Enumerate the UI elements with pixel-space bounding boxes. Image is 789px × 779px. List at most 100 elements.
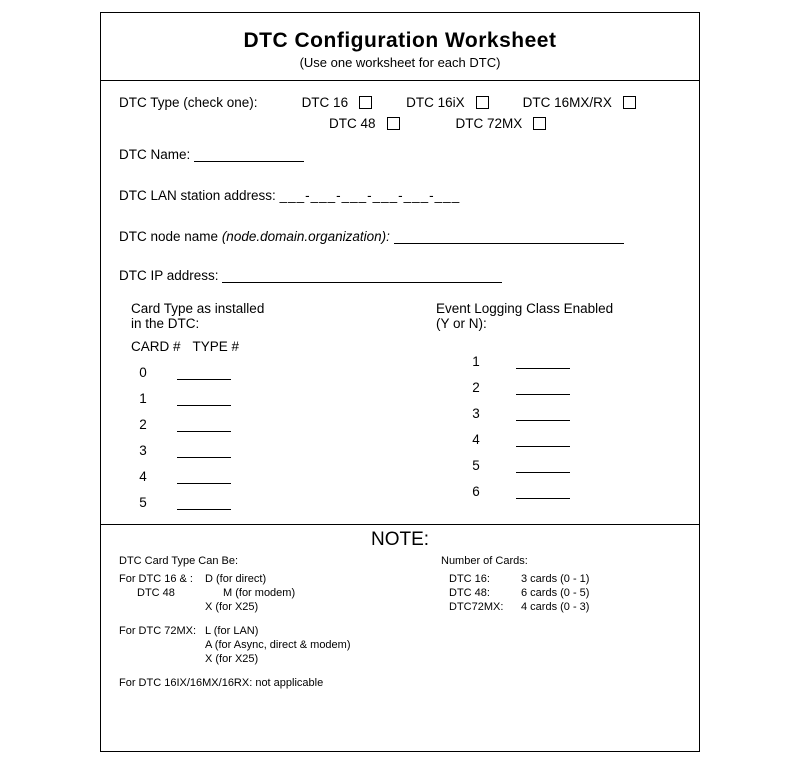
- card-type-input-0[interactable]: [177, 365, 231, 380]
- note-g3-label: For DTC 72MX:: [119, 625, 205, 637]
- dtc-lan-row: DTC LAN station address: ___-___-___-___…: [119, 188, 681, 203]
- dtc-type-opt-72mx: DTC 72MX: [456, 116, 523, 131]
- dtc-type-opt-48: DTC 48: [329, 116, 376, 131]
- card-row: 1: [131, 386, 376, 406]
- event-row: 6: [436, 479, 681, 499]
- dtc-lan-label: DTC LAN station address:: [119, 188, 276, 203]
- dtc-type-label: DTC Type (check one):: [119, 95, 258, 110]
- checkbox-dtc16[interactable]: [359, 96, 372, 109]
- dtc-node-input[interactable]: [394, 229, 624, 244]
- note-g3-c: X (for X25): [205, 653, 258, 665]
- dtc-type-opt-16ix: DTC 16iX: [406, 95, 465, 110]
- card-type-col: Card Type as installed in the DTC: CARD …: [131, 301, 376, 510]
- note-g2-label: DTC 48: [119, 587, 223, 599]
- dtc-node-row: DTC node name (node.domain.organization)…: [119, 229, 681, 244]
- card-num: 1: [131, 391, 155, 406]
- event-input-1[interactable]: [516, 354, 570, 369]
- dtc-node-label: DTC node name: [119, 229, 222, 244]
- event-row: 5: [436, 453, 681, 473]
- event-input-2[interactable]: [516, 380, 570, 395]
- card-type-input-4[interactable]: [177, 469, 231, 484]
- note-g3-b: A (for Async, direct & modem): [205, 639, 351, 651]
- checkbox-dtc72mx[interactable]: [533, 117, 546, 130]
- dtc-ip-row: DTC IP address:: [119, 268, 681, 283]
- section-main: DTC Type (check one): DTC 16 DTC 16iX DT…: [101, 81, 699, 518]
- event-num: 2: [464, 380, 488, 395]
- dtc-name-input[interactable]: [194, 147, 304, 162]
- event-num: 3: [464, 406, 488, 421]
- card-col-card: CARD #: [131, 339, 189, 354]
- card-type-input-5[interactable]: [177, 495, 231, 510]
- card-heading2: in the DTC:: [131, 316, 376, 331]
- note-right: Number of Cards: DTC 16:3 cards (0 - 1) …: [431, 555, 681, 689]
- card-type-input-3[interactable]: [177, 443, 231, 458]
- numcards-k3: DTC72MX:: [449, 601, 521, 613]
- event-row: 1: [436, 349, 681, 369]
- event-row: 2: [436, 375, 681, 395]
- note-section: NOTE: DTC Card Type Can Be: For DTC 16 &…: [101, 525, 699, 697]
- note-g1-label: For DTC 16 & :: [119, 573, 205, 585]
- event-table: 1 2 3 4 5 6: [436, 349, 681, 499]
- numcards-v3: 4 cards (0 - 3): [521, 601, 589, 613]
- card-num: 0: [131, 365, 155, 380]
- dtc-name-label: DTC Name:: [119, 147, 190, 162]
- event-row: 4: [436, 427, 681, 447]
- card-heading1: Card Type as installed: [131, 301, 376, 316]
- dtc-node-hint: (node.domain.organization):: [222, 229, 390, 244]
- dtc-ip-label: DTC IP address:: [119, 268, 219, 283]
- card-type-input-1[interactable]: [177, 391, 231, 406]
- checkbox-dtc16ix[interactable]: [476, 96, 489, 109]
- event-input-3[interactable]: [516, 406, 570, 421]
- card-col-type: TYPE #: [193, 339, 240, 354]
- checkbox-dtc16mxrx[interactable]: [623, 96, 636, 109]
- card-row: 0: [131, 360, 376, 380]
- note-g4: For DTC 16IX/16MX/16RX: not applicable: [119, 677, 431, 689]
- note-cardtype-head: DTC Card Type Can Be:: [119, 555, 431, 567]
- tables-row: Card Type as installed in the DTC: CARD …: [119, 283, 681, 510]
- dtc-name-row: DTC Name:: [119, 147, 681, 162]
- worksheet-frame: DTC Configuration Worksheet (Use one wor…: [100, 12, 700, 752]
- event-input-6[interactable]: [516, 484, 570, 499]
- numcards-v1: 3 cards (0 - 1): [521, 573, 589, 585]
- header: DTC Configuration Worksheet (Use one wor…: [101, 13, 699, 70]
- event-heading1: Event Logging Class Enabled: [436, 301, 681, 316]
- note-g2-a: M (for modem): [223, 587, 295, 599]
- event-log-col: Event Logging Class Enabled (Y or N): 1 …: [416, 301, 681, 510]
- card-row: 2: [131, 412, 376, 432]
- card-num: 5: [131, 495, 155, 510]
- card-num: 4: [131, 469, 155, 484]
- note-g3-a: L (for LAN): [205, 625, 258, 637]
- event-num: 6: [464, 484, 488, 499]
- card-row: 3: [131, 438, 376, 458]
- event-input-5[interactable]: [516, 458, 570, 473]
- dtc-lan-input[interactable]: ___-___-___-___-___-___: [280, 188, 461, 203]
- event-num: 1: [464, 354, 488, 369]
- note-g2-b: X (for X25): [205, 601, 258, 613]
- dtc-type-opt-16: DTC 16: [302, 95, 349, 110]
- event-heading2: (Y or N):: [436, 316, 681, 331]
- note-g1-a: D (for direct): [205, 573, 266, 585]
- numcards-k2: DTC 48:: [449, 587, 521, 599]
- dtc-type-opt-16mxrx: DTC 16MX/RX: [523, 95, 612, 110]
- note-numcards-head: Number of Cards:: [441, 555, 681, 567]
- note-left: DTC Card Type Can Be: For DTC 16 & :D (f…: [119, 555, 431, 689]
- event-row: 3: [436, 401, 681, 421]
- dtc-ip-input[interactable]: [222, 268, 502, 283]
- dtc-type-row2: DTC 48 DTC 72MX: [119, 116, 681, 131]
- card-table: CARD # TYPE # 0 1 2 3 4 5: [131, 339, 376, 510]
- dtc-type-row: DTC Type (check one): DTC 16 DTC 16iX DT…: [119, 95, 681, 110]
- card-row: 4: [131, 464, 376, 484]
- card-type-input-2[interactable]: [177, 417, 231, 432]
- page-subtitle: (Use one worksheet for each DTC): [101, 55, 699, 70]
- event-num: 4: [464, 432, 488, 447]
- checkbox-dtc48[interactable]: [387, 117, 400, 130]
- card-row: 5: [131, 490, 376, 510]
- card-num: 3: [131, 443, 155, 458]
- event-num: 5: [464, 458, 488, 473]
- event-input-4[interactable]: [516, 432, 570, 447]
- numcards-k1: DTC 16:: [449, 573, 521, 585]
- numcards-v2: 6 cards (0 - 5): [521, 587, 589, 599]
- note-title: NOTE:: [119, 529, 681, 551]
- page-title: DTC Configuration Worksheet: [101, 29, 699, 53]
- card-num: 2: [131, 417, 155, 432]
